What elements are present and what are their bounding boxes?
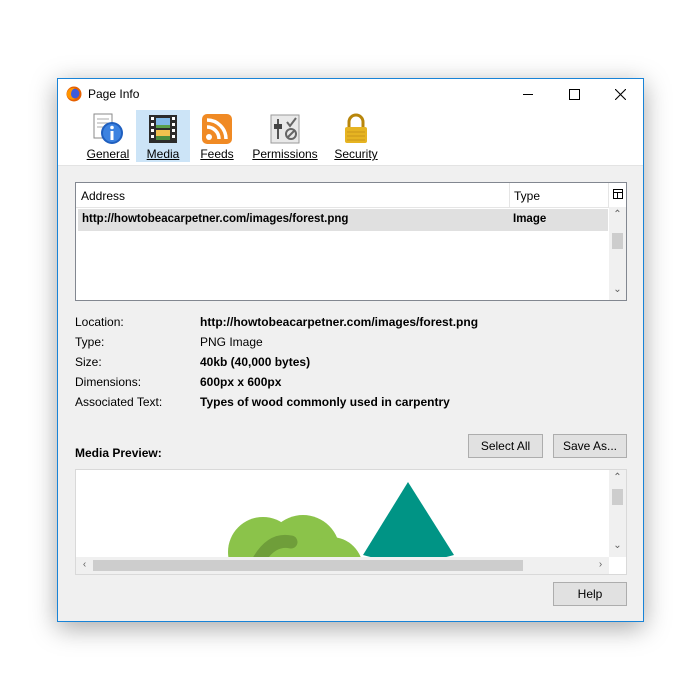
- tab-media[interactable]: Media: [136, 110, 190, 162]
- location-value: http://howtobeacarpetner.com/images/fore…: [200, 315, 479, 329]
- location-label: Location:: [75, 315, 124, 329]
- tab-permissions-label: Permissions: [252, 147, 318, 161]
- title-bar: Page Info: [58, 79, 643, 109]
- rss-icon: [202, 114, 232, 144]
- preview-hscroll-thumb[interactable]: [93, 560, 523, 571]
- column-picker-icon[interactable]: [613, 189, 624, 200]
- preview-vertical-scrollbar[interactable]: ⌃ ⌄: [609, 470, 626, 557]
- scroll-up-icon[interactable]: ⌃: [609, 209, 626, 220]
- tab-feeds[interactable]: Feeds: [195, 110, 239, 162]
- scroll-right-icon[interactable]: ›: [592, 559, 609, 570]
- size-label: Size:: [75, 355, 102, 369]
- list-scrollbar[interactable]: ⌃ ⌄: [609, 207, 626, 300]
- tab-permissions[interactable]: Permissions: [250, 110, 320, 162]
- permissions-icon: [270, 114, 300, 144]
- media-preview: ⌃ ⌄ ‹ ›: [75, 469, 627, 575]
- minimize-icon: [523, 94, 533, 95]
- row-type: Image: [513, 213, 547, 225]
- preview-horizontal-scrollbar[interactable]: ‹ ›: [76, 557, 609, 574]
- preview-vscroll-thumb[interactable]: [612, 489, 623, 505]
- row-address: http://howtobeacarpetner.com/images/fore…: [82, 213, 349, 225]
- column-divider: [608, 183, 609, 207]
- page-info-window: Page Info General Media Feeds Permission…: [57, 78, 644, 622]
- minimize-button[interactable]: [505, 79, 551, 109]
- lock-icon: [345, 113, 367, 143]
- column-divider: [509, 183, 510, 207]
- tab-media-label: Media: [146, 147, 180, 161]
- associated-text-value: Types of wood commonly used in carpentry: [200, 395, 450, 409]
- table-row[interactable]: http://howtobeacarpetner.com/images/fore…: [78, 209, 608, 231]
- window-title: Page Info: [88, 87, 140, 101]
- type-label: Type:: [75, 335, 105, 349]
- scroll-down-icon[interactable]: ⌄: [609, 540, 626, 551]
- dimensions-value: 600px x 600px: [200, 375, 282, 389]
- help-button[interactable]: Help: [553, 582, 627, 606]
- preview-image: [228, 482, 454, 557]
- maximize-icon: [568, 88, 580, 100]
- list-header: Address Type: [76, 183, 626, 208]
- scroll-left-icon[interactable]: ‹: [76, 559, 93, 570]
- tab-toolbar: General Media Feeds Permissions Security: [58, 109, 643, 166]
- media-list[interactable]: Address Type http://howtobeacarpetner.co…: [75, 182, 627, 301]
- type-value: PNG Image: [200, 335, 263, 349]
- close-button[interactable]: [597, 79, 643, 109]
- tab-security[interactable]: Security: [332, 110, 380, 162]
- dimensions-label: Dimensions:: [75, 375, 142, 389]
- column-header-address[interactable]: Address: [81, 189, 125, 203]
- firefox-icon: [66, 86, 82, 102]
- maximize-button[interactable]: [551, 79, 597, 109]
- save-as-button[interactable]: Save As...: [553, 434, 627, 458]
- tab-feeds-label: Feeds: [200, 147, 234, 161]
- media-icon: [149, 115, 177, 143]
- info-icon: [93, 113, 123, 144]
- scroll-up-icon[interactable]: ⌃: [609, 472, 626, 483]
- column-header-type[interactable]: Type: [514, 189, 540, 203]
- tab-general[interactable]: General: [82, 110, 134, 162]
- size-value: 40kb (40,000 bytes): [200, 355, 311, 369]
- list-scroll-thumb[interactable]: [612, 233, 623, 249]
- tab-general-label: General: [86, 147, 130, 161]
- close-icon: [614, 88, 626, 100]
- media-preview-label: Media Preview:: [75, 446, 162, 460]
- associated-text-label: Associated Text:: [75, 395, 163, 409]
- tab-security-label: Security: [334, 147, 378, 161]
- select-all-button[interactable]: Select All: [468, 434, 543, 458]
- scroll-down-icon[interactable]: ⌄: [609, 284, 626, 295]
